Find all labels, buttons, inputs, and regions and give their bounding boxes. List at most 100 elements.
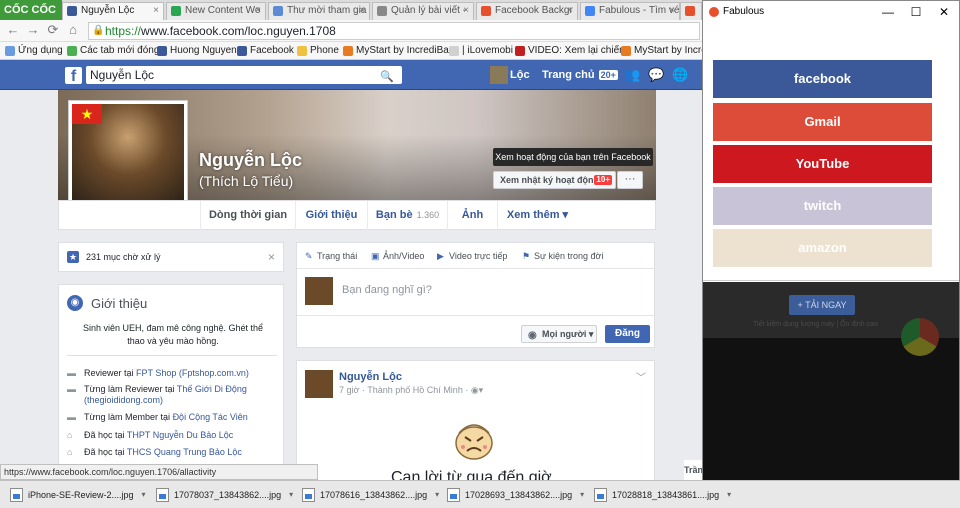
- tab-close-icon[interactable]: ×: [567, 3, 573, 19]
- download-menu-icon[interactable]: ▾: [435, 485, 439, 505]
- bookmark-item[interactable]: Huong Nguyen: [156, 44, 237, 58]
- tab-7[interactable]: [680, 2, 702, 20]
- image-file-icon: [302, 488, 315, 502]
- close-icon[interactable]: ✕: [929, 1, 959, 23]
- bookmark-item[interactable]: VIDEO: Xem lại chiến: [514, 44, 625, 58]
- service-button-youtube[interactable]: YouTube: [713, 145, 932, 183]
- minimize-icon[interactable]: —: [873, 1, 903, 23]
- tab-timeline[interactable]: Dòng thời gian: [200, 201, 295, 230]
- tab-2[interactable]: New Content Wo ×: [166, 2, 266, 20]
- back-icon[interactable]: ←: [6, 23, 20, 37]
- bookmark-favicon-icon: [449, 46, 459, 56]
- url-input[interactable]: 🔒 https://www.facebook.com/loc.nguyen.17…: [88, 22, 700, 40]
- avatar[interactable]: [305, 370, 333, 398]
- composer-tab-life-event[interactable]: ⚑ Sự kiện trong đời: [522, 251, 603, 262]
- tab-photos[interactable]: Ảnh: [447, 201, 497, 230]
- close-icon[interactable]: ×: [268, 243, 275, 271]
- tab-close-icon[interactable]: ×: [359, 3, 365, 19]
- pending-items-box[interactable]: ★ 231 mục chờ xử lý ×: [58, 242, 284, 272]
- home-icon[interactable]: ⌂: [66, 23, 80, 37]
- tab-close-icon[interactable]: ×: [153, 3, 159, 19]
- tab-6[interactable]: Fabulous - Tìm vé ×: [580, 2, 680, 20]
- download-menu-icon[interactable]: ▾: [727, 485, 731, 505]
- tab-friends[interactable]: Bạn bè 1.360: [367, 201, 447, 230]
- download-item[interactable]: 17078616_13843862....jpg ▾: [298, 485, 439, 505]
- search-icon[interactable]: 🔍: [380, 68, 394, 86]
- intro-item: ▬ Từng làm Member tại Đội Cộng Tác Viên: [67, 412, 279, 423]
- header-profile-link[interactable]: Lộc: [490, 66, 530, 84]
- tab-5[interactable]: Facebook Backgr ×: [476, 2, 578, 20]
- facebook-logo-icon[interactable]: f: [65, 67, 82, 85]
- post-time[interactable]: 7 giờ: [339, 385, 359, 395]
- download-item[interactable]: 17078037_13843862....jpg ▾: [152, 485, 293, 505]
- tab-favicon-icon: [377, 6, 387, 16]
- tab-1[interactable]: Nguyễn Lộc ×: [62, 2, 164, 20]
- download-menu-icon[interactable]: ▾: [142, 485, 146, 505]
- intro-item-link[interactable]: THCS Quang Trung Bảo Lộc: [127, 447, 242, 457]
- intro-item-link[interactable]: THPT Nguyễn Du Bảo Lộc: [127, 430, 233, 440]
- coccoc-logo[interactable]: CỐC CỐC: [0, 0, 62, 20]
- bookmark-item[interactable]: Phone: [296, 44, 339, 58]
- intro-item-text: Đã học tại: [84, 430, 127, 440]
- search-value: Nguyễn Lộc: [90, 68, 155, 82]
- tab-close-icon[interactable]: ×: [669, 3, 675, 19]
- notifications-globe-icon[interactable]: 🌐: [672, 68, 688, 82]
- service-button-gmail[interactable]: Gmail: [713, 103, 932, 141]
- tab-about[interactable]: Giới thiệu: [295, 201, 367, 230]
- service-button-facebook[interactable]: facebook: [713, 60, 932, 98]
- bookmark-label: VIDEO: Xem lại chiến: [528, 45, 625, 56]
- post-button[interactable]: Đăng: [605, 325, 650, 343]
- activity-log-button[interactable]: Xem nhật ký hoạt động 10+: [493, 171, 616, 189]
- messenger-icon[interactable]: 💬: [648, 68, 664, 82]
- composer-input[interactable]: Bạn đang nghĩ gì?: [342, 284, 432, 296]
- download-filename: 17078616_13843862....jpg: [320, 490, 428, 500]
- tab-4[interactable]: Quản lý bài viết - ×: [372, 2, 474, 20]
- download-menu-icon[interactable]: ▾: [289, 485, 293, 505]
- bookmark-item[interactable]: Facebook: [236, 44, 294, 58]
- audience-selector[interactable]: ◉ Mọi người ▾: [521, 325, 597, 343]
- tab-favicon-icon: [585, 6, 595, 16]
- home-link[interactable]: Trang chủ 20+: [542, 66, 618, 84]
- post-place[interactable]: Thành phố Hồ Chí Minh: [367, 385, 463, 395]
- chat-tab[interactable]: Trần: [684, 460, 702, 480]
- composer-tab-status[interactable]: ✎ Trạng thái: [305, 251, 357, 262]
- facebook-search-input[interactable]: Nguyễn Lộc 🔍: [86, 66, 402, 84]
- tab-close-icon[interactable]: ×: [255, 3, 261, 19]
- profile-name[interactable]: Nguyễn Lộc: [199, 150, 302, 171]
- chevron-down-icon[interactable]: ﹀: [636, 369, 646, 384]
- composer-tab-photo[interactable]: ▣ Ảnh/Video: [371, 251, 424, 262]
- bookmark-label: Các tab mới đóng: [80, 45, 160, 56]
- tab-more[interactable]: Xem thêm ▾: [497, 201, 577, 230]
- maximize-icon[interactable]: ☐: [901, 1, 931, 23]
- globe-icon: ◉▾: [470, 385, 484, 395]
- composer-tab-live[interactable]: ▶ Video trực tiếp: [437, 251, 507, 262]
- download-filename: 17078037_13843862....jpg: [174, 490, 282, 500]
- intro-item-link[interactable]: Đội Cộng Tác Viên: [173, 412, 248, 422]
- post-author[interactable]: Nguyễn Lộc: [339, 371, 402, 383]
- activity-log-label: Xem nhật ký hoạt động: [500, 175, 600, 185]
- bookmark-item[interactable]: | iLovemobi: [448, 44, 513, 58]
- bookmark-label: Phone: [310, 45, 339, 56]
- service-button-twitch[interactable]: twitch: [713, 187, 932, 225]
- friend-requests-icon[interactable]: 👥: [624, 68, 640, 82]
- download-item[interactable]: iPhone-SE-Review-2....jpg ▾: [6, 485, 146, 505]
- bookmark-item[interactable]: Ứng dụng: [4, 44, 63, 58]
- fabulous-app-icon: [709, 7, 719, 17]
- download-menu-icon[interactable]: ▾: [580, 485, 584, 505]
- intro-item-link[interactable]: FPT Shop (Fptshop.com.vn): [136, 368, 249, 378]
- intro-bio: Sinh viên UEH, đam mê công nghệ. Ghét th…: [82, 323, 264, 346]
- download-item[interactable]: 17028693_13843862....jpg ▾: [443, 485, 584, 505]
- globe-icon: ◉: [67, 295, 83, 311]
- bookmark-item[interactable]: MyStart by Incred: [620, 44, 712, 58]
- service-button-amazon[interactable]: amazon: [713, 229, 932, 267]
- bookmark-label: MyStart by Incred: [634, 45, 713, 56]
- forward-icon[interactable]: →: [26, 23, 40, 37]
- bookmark-item[interactable]: Các tab mới đóng: [66, 44, 159, 58]
- tab-close-icon[interactable]: ×: [463, 3, 469, 19]
- bookmark-item[interactable]: MyStart by IncrediBar: [342, 44, 452, 58]
- download-item[interactable]: 17028818_13843861....jpg ▾: [590, 485, 731, 505]
- more-options-button[interactable]: ···: [617, 171, 643, 189]
- reload-icon[interactable]: ⟳: [46, 23, 60, 37]
- tab-3[interactable]: Thư mời tham gia ×: [268, 2, 370, 20]
- download-now-button[interactable]: + TẢI NGAY: [789, 295, 855, 315]
